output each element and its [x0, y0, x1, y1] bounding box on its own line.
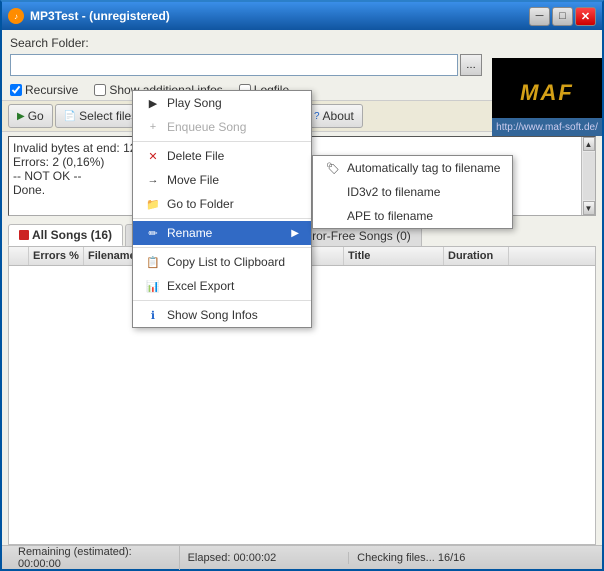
cm-copy-list-label: Copy List to Clipboard — [167, 255, 285, 269]
maximize-button[interactable]: □ — [552, 7, 573, 26]
cm-rename-label: Rename — [167, 226, 212, 240]
go-label: Go — [28, 109, 44, 123]
cm-show-song-infos[interactable]: ℹ Show Song Infos — [133, 303, 311, 327]
rename-submenu-arrow: ▶ — [291, 228, 299, 239]
search-row: Search Folder: — [2, 30, 602, 54]
move-icon: → — [145, 172, 161, 188]
sm-auto-tag-label: Automatically tag to filename — [347, 161, 500, 175]
cm-play-label: Play Song — [167, 96, 222, 110]
recursive-label: Recursive — [25, 83, 78, 97]
app-icon: ♪ — [8, 8, 24, 24]
cm-info-label: Show Song Infos — [167, 308, 258, 322]
sm-ape-label: APE to filename — [347, 209, 433, 223]
main-window: ♪ MP3Test - (unregistered) ─ □ ✕ MAF htt… — [0, 0, 604, 571]
all-songs-tab-label: All Songs (16) — [32, 228, 112, 242]
logo-url[interactable]: http://www.maf-soft.de/ — [492, 118, 602, 136]
status-bar: Remaining (estimated): 00:00:00 Elapsed:… — [2, 545, 602, 569]
rename-icon: ✏ — [145, 225, 161, 241]
status-checking: Checking files... 16/16 — [349, 552, 594, 564]
tab-all-songs[interactable]: All Songs (16) — [8, 224, 123, 246]
sm-auto-tag[interactable]: 🏷 Automatically tag to filename — [313, 156, 512, 180]
rename-submenu: 🏷 Automatically tag to filename ID3v2 to… — [312, 155, 513, 229]
logo-text: MAF — [520, 80, 574, 106]
context-menu: ▶ Play Song + Enqueue Song ✕ Delete File… — [132, 90, 312, 328]
cm-delete-label: Delete File — [167, 149, 224, 163]
search-input[interactable]: M:\Other\Too Fast\ — [10, 54, 458, 76]
recursive-checkbox[interactable] — [10, 84, 22, 96]
close-button[interactable]: ✕ — [575, 7, 596, 26]
ape-icon — [325, 208, 341, 224]
additional-infos-checkbox[interactable] — [94, 84, 106, 96]
cm-play-song[interactable]: ▶ Play Song — [133, 91, 311, 115]
delete-icon: ✕ — [145, 148, 161, 164]
id3v2-icon — [325, 184, 341, 200]
cm-enqueue-song: + Enqueue Song — [133, 115, 311, 139]
cm-sep-1 — [133, 141, 311, 142]
log-scrollbar[interactable]: ▲ ▼ — [581, 137, 595, 215]
sm-id3v2[interactable]: ID3v2 to filename — [313, 180, 512, 204]
cm-goto-folder[interactable]: 📁 Go to Folder — [133, 192, 311, 216]
recursive-checkbox-label[interactable]: Recursive — [10, 83, 78, 97]
cm-sep-4 — [133, 300, 311, 301]
go-button[interactable]: ▶ Go — [8, 104, 53, 128]
th-errors[interactable]: Errors % — [29, 247, 84, 265]
select-icon: 📄 — [64, 111, 76, 122]
th-title[interactable]: Title — [344, 247, 444, 265]
cm-enqueue-label: Enqueue Song — [167, 120, 246, 134]
sm-ape[interactable]: APE to filename — [313, 204, 512, 228]
about-label: About — [323, 109, 354, 123]
cm-move-file[interactable]: → Move File — [133, 168, 311, 192]
error-free-tab-label: Error-Free Songs (0) — [300, 229, 411, 243]
info-icon: ℹ — [145, 307, 161, 323]
enqueue-icon: + — [145, 119, 161, 135]
cm-copy-list[interactable]: 📋 Copy List to Clipboard — [133, 250, 311, 274]
about-button[interactable]: ? About — [305, 104, 363, 128]
status-remaining: Remaining (estimated): 00:00:00 — [10, 546, 180, 570]
cm-delete-file[interactable]: ✕ Delete File — [133, 144, 311, 168]
status-elapsed: Elapsed: 00:00:02 — [180, 552, 350, 564]
excel-icon: 📊 — [145, 278, 161, 294]
th-icon[interactable] — [9, 247, 29, 265]
cm-rename[interactable]: ✏ Rename ▶ — [133, 221, 311, 245]
minimize-button[interactable]: ─ — [529, 7, 550, 26]
play-song-icon: ▶ — [145, 95, 161, 111]
title-bar-buttons: ─ □ ✕ — [529, 7, 596, 26]
select-files-label: Select files — [79, 109, 137, 123]
all-songs-tab-icon — [19, 230, 29, 240]
search-label: Search Folder: — [10, 36, 89, 50]
about-icon: ? — [314, 111, 320, 122]
auto-tag-icon: 🏷 — [325, 160, 341, 176]
th-duration[interactable]: Duration — [444, 247, 509, 265]
window-title: MP3Test - (unregistered) — [30, 9, 529, 23]
cm-sep-3 — [133, 247, 311, 248]
browse-button[interactable]: … — [460, 54, 482, 76]
cm-move-label: Move File — [167, 173, 219, 187]
cm-excel-label: Excel Export — [167, 279, 234, 293]
title-bar: ♪ MP3Test - (unregistered) ─ □ ✕ — [2, 2, 602, 30]
copy-list-icon: 📋 — [145, 254, 161, 270]
cm-sep-2 — [133, 218, 311, 219]
content-area: MAF http://www.maf-soft.de/ Search Folde… — [2, 30, 602, 569]
go-icon: ▶ — [17, 111, 25, 122]
cm-goto-label: Go to Folder — [167, 197, 234, 211]
folder-icon: 📁 — [145, 196, 161, 212]
sm-id3v2-label: ID3v2 to filename — [347, 185, 440, 199]
cm-excel-export[interactable]: 📊 Excel Export — [133, 274, 311, 298]
